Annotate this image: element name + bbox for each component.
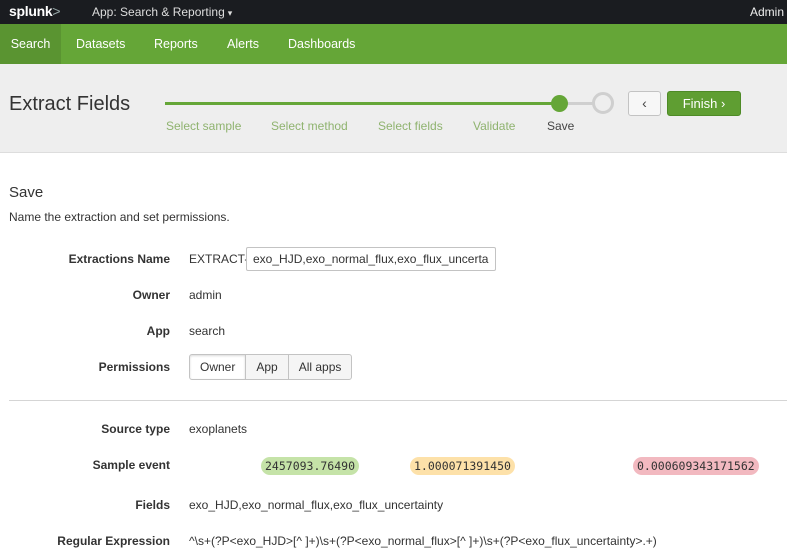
section-title: Save (9, 184, 44, 201)
permissions-label: Permissions (98, 360, 170, 374)
sample-event-label: Sample event (92, 458, 170, 472)
sample-token-normal-flux: 1.000071391450 (410, 457, 515, 475)
fields-value: exo_HJD,exo_normal_flux,exo_flux_uncerta… (189, 498, 444, 512)
step-save: Save (547, 119, 575, 133)
splunk-logo[interactable]: splunk> (9, 3, 61, 19)
extraction-prefix: EXTRACT- (189, 252, 249, 266)
next-step-ring (592, 92, 614, 114)
app-value: search (189, 324, 226, 338)
sample-token-hjd: 2457093.76490 (261, 457, 360, 475)
nav-item-datasets[interactable]: Datasets (76, 24, 125, 64)
extraction-name-input[interactable] (246, 247, 496, 271)
page-title: Extract Fields (9, 93, 131, 115)
source-type-value: exoplanets (189, 422, 248, 436)
section-divider (9, 400, 787, 401)
regex-label: Regular Expression (57, 534, 170, 548)
step-select-method: Select method (271, 119, 348, 133)
step-select-sample: Select sample (166, 119, 242, 133)
user-menu[interactable]: Admin (750, 5, 784, 19)
nav-item-alerts[interactable]: Alerts (227, 24, 259, 64)
fields-label: Fields (135, 498, 170, 512)
permission-app-button[interactable]: App (245, 354, 289, 380)
sample-token-flux-uncertainty: 0.000609343171562 (633, 457, 759, 475)
chevron-down-icon: ▾ (227, 8, 233, 18)
regex-value: ^\s+(?P<exo_HJD>[^ ]+)\s+(?P<exo_normal_… (189, 534, 657, 548)
permission-all-apps-button[interactable]: All apps (287, 354, 353, 380)
top-bar: splunk> App: Search & Reporting ▾ Admin (0, 0, 787, 24)
extraction-name-label: Extractions Name (68, 252, 170, 266)
nav-item-search[interactable]: Search (0, 24, 61, 64)
finish-button[interactable]: Finish › (667, 91, 741, 116)
nav-item-dashboards[interactable]: Dashboards (288, 24, 355, 64)
step-select-fields: Select fields (378, 119, 443, 133)
back-button[interactable]: ‹ (628, 91, 661, 116)
permission-owner-button[interactable]: Owner (189, 354, 247, 380)
app-label: App (146, 324, 170, 338)
current-step-dot (551, 95, 568, 112)
owner-value: admin (189, 288, 222, 302)
app-nav-bar: Search Datasets Reports Alerts Dashboard… (0, 24, 787, 64)
owner-label: Owner (132, 288, 170, 302)
chevron-left-icon: ‹ (642, 95, 647, 111)
wizard-header: Extract Fields Select sample Select meth… (0, 64, 787, 153)
nav-item-reports[interactable]: Reports (154, 24, 198, 64)
step-validate: Validate (473, 119, 516, 133)
app-menu[interactable]: App: Search & Reporting ▾ (92, 5, 232, 19)
source-type-label: Source type (101, 422, 170, 436)
progress-line-complete (165, 102, 559, 105)
permissions-toggle: Owner App All apps (189, 354, 353, 380)
section-description: Name the extraction and set permissions. (9, 210, 230, 224)
